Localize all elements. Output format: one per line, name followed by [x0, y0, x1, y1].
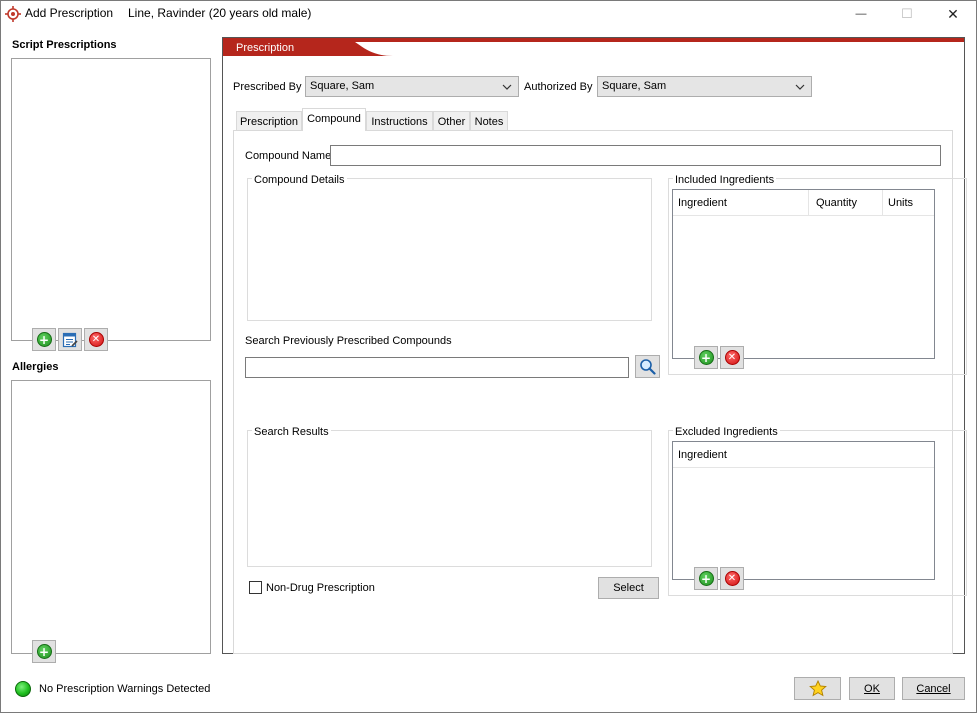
patient-info: Line, Ravinder (20 years old male)	[128, 6, 312, 20]
minimize-icon: —	[855, 8, 867, 20]
prescribed-by-value: Square, Sam	[310, 80, 375, 92]
excluded-grid-header: Ingredient	[673, 442, 934, 468]
excluded-ingredients-title: Excluded Ingredients	[673, 426, 780, 438]
included-grid-header: Ingredient Quantity Units	[673, 190, 934, 216]
ok-button[interactable]: OK	[849, 677, 895, 700]
allergies-list[interactable]	[11, 380, 211, 654]
add-excluded-ingredient-button[interactable]: +	[694, 567, 718, 590]
tab-instructions[interactable]: Instructions	[366, 111, 433, 131]
edit-script-button[interactable]	[58, 328, 82, 351]
delete-script-button[interactable]: ✕	[84, 328, 108, 351]
close-icon: ✕	[947, 5, 959, 22]
allergies-label: Allergies	[12, 361, 59, 373]
panel-header: Prescription	[223, 38, 964, 58]
maximize-icon: ☐	[901, 6, 913, 21]
cancel-button[interactable]: Cancel	[902, 677, 965, 700]
add-icon: +	[36, 644, 52, 659]
search-results-label: Search Results	[252, 426, 331, 438]
compound-details-label: Compound Details	[252, 174, 347, 186]
delete-icon: ✕	[724, 350, 740, 365]
add-script-button[interactable]: +	[32, 328, 56, 351]
search-compounds-label: Search Previously Prescribed Compounds	[245, 335, 452, 347]
chevron-down-icon	[502, 84, 512, 90]
authorized-by-value: Square, Sam	[602, 80, 667, 92]
select-button[interactable]: Select	[598, 577, 659, 599]
edit-icon	[62, 332, 78, 347]
status-indicator-icon	[15, 681, 31, 697]
search-compounds-input[interactable]	[245, 357, 629, 378]
prescribed-by-select[interactable]: Square, Sam	[305, 76, 519, 97]
delete-icon: ✕	[724, 571, 740, 586]
excluded-ingredients-grid[interactable]: Ingredient	[672, 441, 935, 580]
script-prescriptions-list[interactable]	[11, 58, 211, 341]
authorized-by-label: Authorized By	[524, 81, 593, 93]
included-ingredients-title: Included Ingredients	[673, 174, 777, 186]
script-prescriptions-label: Script Prescriptions	[12, 39, 117, 51]
add-included-ingredient-button[interactable]: +	[694, 346, 718, 369]
maximize-button[interactable]: ☐	[884, 0, 930, 28]
window-title: Add Prescription	[25, 6, 114, 20]
chevron-down-icon	[795, 84, 805, 90]
delete-icon: ✕	[88, 332, 104, 347]
star-icon	[808, 680, 827, 697]
remove-included-ingredient-button[interactable]: ✕	[720, 346, 744, 369]
close-button[interactable]: ✕	[930, 0, 976, 28]
tab-other[interactable]: Other	[433, 111, 470, 131]
title-bar: Add Prescription Line, Ravinder (20 year…	[0, 0, 977, 28]
search-icon	[640, 359, 656, 375]
column-ingredient[interactable]: Ingredient	[673, 442, 934, 467]
included-ingredients-grid[interactable]: Ingredient Quantity Units	[672, 189, 935, 359]
authorized-by-select[interactable]: Square, Sam	[597, 76, 812, 97]
prescribed-by-label: Prescribed By	[233, 81, 302, 93]
add-icon: +	[698, 571, 714, 586]
non-drug-label: Non-Drug Prescription	[266, 582, 375, 594]
compound-name-input[interactable]	[330, 145, 941, 166]
search-button[interactable]	[635, 355, 660, 378]
panel-title: Prescription	[236, 42, 295, 54]
favorite-button[interactable]	[794, 677, 841, 700]
tab-compound[interactable]: Compound	[302, 108, 366, 131]
compound-name-label: Compound Name	[245, 150, 332, 162]
column-units[interactable]: Units	[883, 190, 934, 215]
tab-prescription[interactable]: Prescription	[236, 111, 302, 131]
compound-details-group[interactable]	[247, 178, 652, 321]
app-logo-icon	[5, 6, 21, 22]
minimize-button[interactable]: —	[838, 0, 884, 28]
column-quantity[interactable]: Quantity	[809, 190, 883, 215]
search-results-group[interactable]	[247, 430, 652, 567]
tab-notes[interactable]: Notes	[470, 111, 508, 131]
column-ingredient[interactable]: Ingredient	[673, 190, 809, 215]
non-drug-checkbox[interactable]	[249, 581, 262, 594]
add-icon: +	[698, 350, 714, 365]
add-icon: +	[36, 332, 52, 347]
add-allergy-button[interactable]: +	[32, 640, 56, 663]
status-text: No Prescription Warnings Detected	[39, 683, 211, 695]
remove-excluded-ingredient-button[interactable]: ✕	[720, 567, 744, 590]
